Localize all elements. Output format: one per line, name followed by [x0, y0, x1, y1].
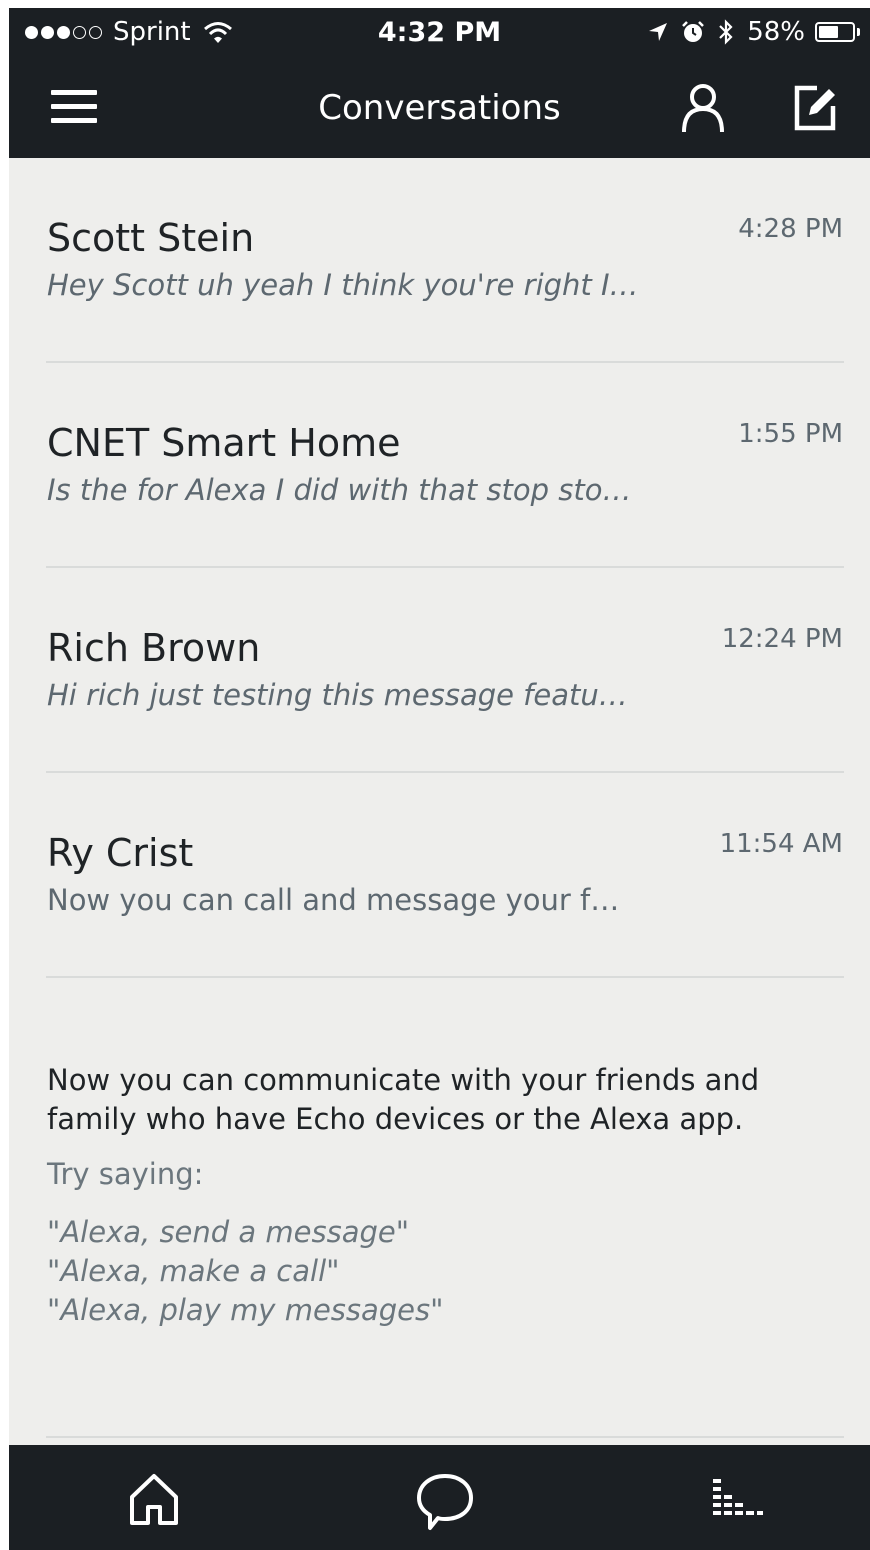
example-phrase: "Alexa, make a call" [47, 1254, 340, 1288]
try-saying-label: Try saying: [47, 1157, 204, 1191]
conversation-item[interactable]: Rich Brown Hi rich just testing this mes… [9, 568, 870, 773]
example-phrase: "Alexa, send a message" [47, 1215, 410, 1249]
messaging-info: Now you can communicate with your friend… [47, 1061, 837, 1330]
conversation-item[interactable]: Scott Stein Hey Scott uh yeah I think yo… [9, 158, 870, 363]
contact-name: Ry Crist [47, 831, 194, 875]
profile-button[interactable] [679, 82, 727, 138]
location-arrow-icon [649, 23, 668, 41]
message-preview: Hey Scott uh yeah I think you're right I… [47, 268, 639, 302]
battery-percent: 58% [747, 17, 805, 47]
alarm-icon [682, 21, 705, 42]
bluetooth-icon [719, 19, 733, 45]
tab-activity[interactable] [709, 1471, 765, 1531]
message-time: 1:55 PM [738, 419, 843, 449]
app-screen: Sprint 4:32 PM 58% Conversations Scott S… [9, 8, 870, 1550]
info-line-2: family who have Echo devices or the Alex… [47, 1102, 744, 1136]
divider [46, 1436, 844, 1438]
activity-icon [713, 1479, 763, 1515]
home-icon [130, 1474, 178, 1525]
info-text: Now you can communicate with your friend… [47, 1061, 837, 1139]
message-time: 11:54 AM [719, 829, 843, 859]
message-preview: Is the for Alexa I did with that stop st… [47, 473, 632, 507]
message-preview: Now you can call and message your f… [47, 883, 620, 917]
battery-fill [819, 26, 838, 38]
conversations-icon [417, 1474, 473, 1530]
compose-icon [794, 85, 836, 131]
compose-button[interactable] [791, 82, 839, 136]
profile-icon [682, 84, 724, 133]
conversation-item[interactable]: Ry Crist Now you can call and message yo… [9, 773, 870, 978]
example-phrases: "Alexa, send a message" "Alexa, make a c… [47, 1213, 837, 1330]
example-phrase: "Alexa, play my messages" [47, 1293, 444, 1327]
divider [46, 976, 844, 978]
battery-icon [815, 22, 860, 42]
message-time: 4:28 PM [738, 214, 843, 244]
conversation-list: Scott Stein Hey Scott uh yeah I think yo… [9, 158, 870, 978]
conversation-item[interactable]: CNET Smart Home Is the for Alexa I did w… [9, 363, 870, 568]
message-preview: Hi rich just testing this message featu… [47, 678, 628, 712]
status-right: 58% [635, 17, 860, 47]
contact-name: Scott Stein [47, 216, 255, 260]
tab-bar [9, 1445, 870, 1550]
page-title: Conversations [318, 88, 561, 128]
tab-conversations[interactable] [414, 1471, 476, 1537]
contact-name: CNET Smart Home [47, 421, 401, 465]
contact-name: Rich Brown [47, 626, 261, 670]
message-time: 12:24 PM [721, 624, 843, 654]
info-line-1: Now you can communicate with your friend… [47, 1063, 760, 1097]
header-bar: Conversations [9, 62, 870, 158]
status-bar: Sprint 4:32 PM 58% [9, 8, 870, 62]
tab-home[interactable] [126, 1471, 182, 1533]
